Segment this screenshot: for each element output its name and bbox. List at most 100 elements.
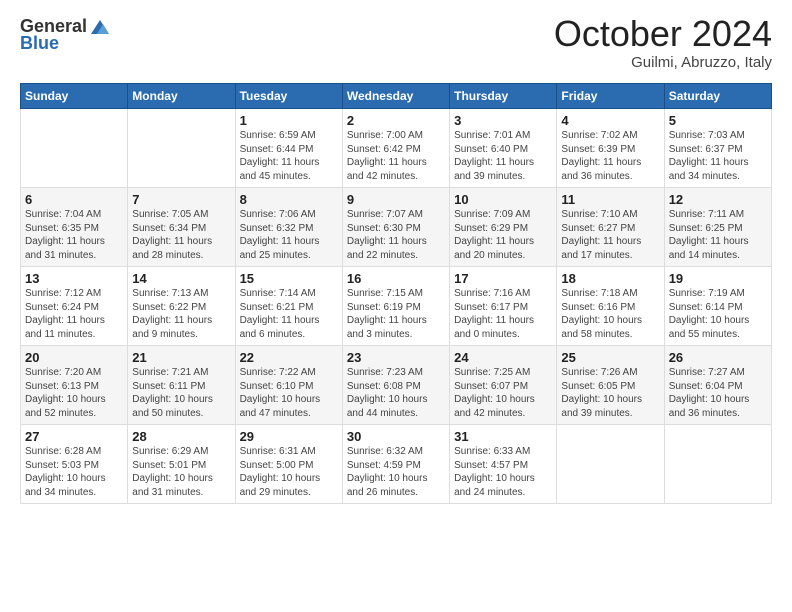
day-number: 22	[240, 350, 338, 365]
calendar-cell: 29 Sunrise: 6:31 AMSunset: 5:00 PMDaylig…	[235, 425, 342, 504]
page: General Blue October 2024 Guilmi, Abruzz…	[0, 0, 792, 612]
calendar-cell: 5 Sunrise: 7:03 AMSunset: 6:37 PMDayligh…	[664, 109, 771, 188]
calendar-cell: 7 Sunrise: 7:05 AMSunset: 6:34 PMDayligh…	[128, 188, 235, 267]
day-number: 8	[240, 192, 338, 207]
day-number: 11	[561, 192, 659, 207]
location-subtitle: Guilmi, Abruzzo, Italy	[554, 54, 772, 71]
day-number: 26	[669, 350, 767, 365]
day-number: 19	[669, 271, 767, 286]
calendar-week-3: 20 Sunrise: 7:20 AMSunset: 6:13 PMDaylig…	[21, 346, 772, 425]
header-tuesday: Tuesday	[235, 84, 342, 109]
calendar-cell: 24 Sunrise: 7:25 AMSunset: 6:07 PMDaylig…	[450, 346, 557, 425]
day-info: Sunrise: 6:28 AMSunset: 5:03 PMDaylight:…	[25, 445, 123, 499]
calendar-cell: 14 Sunrise: 7:13 AMSunset: 6:22 PMDaylig…	[128, 267, 235, 346]
day-info: Sunrise: 7:02 AMSunset: 6:39 PMDaylight:…	[561, 129, 659, 183]
day-number: 21	[132, 350, 230, 365]
day-number: 23	[347, 350, 445, 365]
calendar-cell: 13 Sunrise: 7:12 AMSunset: 6:24 PMDaylig…	[21, 267, 128, 346]
calendar-header: Sunday Monday Tuesday Wednesday Thursday…	[21, 84, 772, 109]
day-number: 1	[240, 113, 338, 128]
calendar-cell: 16 Sunrise: 7:15 AMSunset: 6:19 PMDaylig…	[342, 267, 449, 346]
day-number: 27	[25, 429, 123, 444]
day-info: Sunrise: 7:04 AMSunset: 6:35 PMDaylight:…	[25, 208, 123, 262]
calendar-cell: 19 Sunrise: 7:19 AMSunset: 6:14 PMDaylig…	[664, 267, 771, 346]
calendar-body: 1 Sunrise: 6:59 AMSunset: 6:44 PMDayligh…	[21, 109, 772, 504]
calendar-cell	[664, 425, 771, 504]
calendar-cell	[128, 109, 235, 188]
calendar-cell: 11 Sunrise: 7:10 AMSunset: 6:27 PMDaylig…	[557, 188, 664, 267]
calendar-cell: 6 Sunrise: 7:04 AMSunset: 6:35 PMDayligh…	[21, 188, 128, 267]
calendar-cell: 22 Sunrise: 7:22 AMSunset: 6:10 PMDaylig…	[235, 346, 342, 425]
day-info: Sunrise: 7:12 AMSunset: 6:24 PMDaylight:…	[25, 287, 123, 341]
calendar-cell: 8 Sunrise: 7:06 AMSunset: 6:32 PMDayligh…	[235, 188, 342, 267]
calendar-cell: 27 Sunrise: 6:28 AMSunset: 5:03 PMDaylig…	[21, 425, 128, 504]
header-wednesday: Wednesday	[342, 84, 449, 109]
day-number: 16	[347, 271, 445, 286]
calendar-cell: 10 Sunrise: 7:09 AMSunset: 6:29 PMDaylig…	[450, 188, 557, 267]
logo-blue: Blue	[20, 33, 59, 54]
day-number: 24	[454, 350, 552, 365]
day-info: Sunrise: 7:10 AMSunset: 6:27 PMDaylight:…	[561, 208, 659, 262]
calendar-week-4: 27 Sunrise: 6:28 AMSunset: 5:03 PMDaylig…	[21, 425, 772, 504]
day-info: Sunrise: 7:01 AMSunset: 6:40 PMDaylight:…	[454, 129, 552, 183]
day-info: Sunrise: 6:29 AMSunset: 5:01 PMDaylight:…	[132, 445, 230, 499]
day-info: Sunrise: 7:11 AMSunset: 6:25 PMDaylight:…	[669, 208, 767, 262]
header-row: Sunday Monday Tuesday Wednesday Thursday…	[21, 84, 772, 109]
calendar-cell: 18 Sunrise: 7:18 AMSunset: 6:16 PMDaylig…	[557, 267, 664, 346]
day-info: Sunrise: 7:05 AMSunset: 6:34 PMDaylight:…	[132, 208, 230, 262]
day-info: Sunrise: 6:32 AMSunset: 4:59 PMDaylight:…	[347, 445, 445, 499]
day-info: Sunrise: 7:19 AMSunset: 6:14 PMDaylight:…	[669, 287, 767, 341]
day-number: 15	[240, 271, 338, 286]
logo: General Blue	[20, 16, 111, 54]
day-number: 25	[561, 350, 659, 365]
day-info: Sunrise: 7:15 AMSunset: 6:19 PMDaylight:…	[347, 287, 445, 341]
day-info: Sunrise: 7:14 AMSunset: 6:21 PMDaylight:…	[240, 287, 338, 341]
header: General Blue October 2024 Guilmi, Abruzz…	[20, 16, 772, 71]
calendar-cell: 3 Sunrise: 7:01 AMSunset: 6:40 PMDayligh…	[450, 109, 557, 188]
header-friday: Friday	[557, 84, 664, 109]
day-number: 18	[561, 271, 659, 286]
title-block: October 2024 Guilmi, Abruzzo, Italy	[554, 16, 772, 71]
calendar-cell: 31 Sunrise: 6:33 AMSunset: 4:57 PMDaylig…	[450, 425, 557, 504]
day-info: Sunrise: 6:33 AMSunset: 4:57 PMDaylight:…	[454, 445, 552, 499]
header-monday: Monday	[128, 84, 235, 109]
header-sunday: Sunday	[21, 84, 128, 109]
day-info: Sunrise: 7:25 AMSunset: 6:07 PMDaylight:…	[454, 366, 552, 420]
day-info: Sunrise: 7:23 AMSunset: 6:08 PMDaylight:…	[347, 366, 445, 420]
calendar-cell: 12 Sunrise: 7:11 AMSunset: 6:25 PMDaylig…	[664, 188, 771, 267]
day-number: 14	[132, 271, 230, 286]
day-info: Sunrise: 7:21 AMSunset: 6:11 PMDaylight:…	[132, 366, 230, 420]
day-info: Sunrise: 7:07 AMSunset: 6:30 PMDaylight:…	[347, 208, 445, 262]
calendar-cell: 25 Sunrise: 7:26 AMSunset: 6:05 PMDaylig…	[557, 346, 664, 425]
calendar-cell: 21 Sunrise: 7:21 AMSunset: 6:11 PMDaylig…	[128, 346, 235, 425]
header-thursday: Thursday	[450, 84, 557, 109]
day-info: Sunrise: 7:13 AMSunset: 6:22 PMDaylight:…	[132, 287, 230, 341]
calendar-cell: 20 Sunrise: 7:20 AMSunset: 6:13 PMDaylig…	[21, 346, 128, 425]
calendar-cell: 28 Sunrise: 6:29 AMSunset: 5:01 PMDaylig…	[128, 425, 235, 504]
day-info: Sunrise: 7:16 AMSunset: 6:17 PMDaylight:…	[454, 287, 552, 341]
day-number: 20	[25, 350, 123, 365]
calendar-cell: 17 Sunrise: 7:16 AMSunset: 6:17 PMDaylig…	[450, 267, 557, 346]
calendar-table: Sunday Monday Tuesday Wednesday Thursday…	[20, 83, 772, 504]
month-title: October 2024	[554, 16, 772, 52]
day-number: 12	[669, 192, 767, 207]
day-number: 13	[25, 271, 123, 286]
day-info: Sunrise: 7:00 AMSunset: 6:42 PMDaylight:…	[347, 129, 445, 183]
day-number: 6	[25, 192, 123, 207]
day-info: Sunrise: 7:03 AMSunset: 6:37 PMDaylight:…	[669, 129, 767, 183]
calendar-cell: 2 Sunrise: 7:00 AMSunset: 6:42 PMDayligh…	[342, 109, 449, 188]
day-info: Sunrise: 7:06 AMSunset: 6:32 PMDaylight:…	[240, 208, 338, 262]
logo-icon	[89, 18, 111, 36]
calendar-cell: 23 Sunrise: 7:23 AMSunset: 6:08 PMDaylig…	[342, 346, 449, 425]
day-number: 3	[454, 113, 552, 128]
day-info: Sunrise: 7:09 AMSunset: 6:29 PMDaylight:…	[454, 208, 552, 262]
day-info: Sunrise: 7:20 AMSunset: 6:13 PMDaylight:…	[25, 366, 123, 420]
day-number: 31	[454, 429, 552, 444]
calendar-cell: 15 Sunrise: 7:14 AMSunset: 6:21 PMDaylig…	[235, 267, 342, 346]
day-info: Sunrise: 7:22 AMSunset: 6:10 PMDaylight:…	[240, 366, 338, 420]
day-number: 4	[561, 113, 659, 128]
day-info: Sunrise: 7:26 AMSunset: 6:05 PMDaylight:…	[561, 366, 659, 420]
header-saturday: Saturday	[664, 84, 771, 109]
day-info: Sunrise: 6:59 AMSunset: 6:44 PMDaylight:…	[240, 129, 338, 183]
calendar-cell: 4 Sunrise: 7:02 AMSunset: 6:39 PMDayligh…	[557, 109, 664, 188]
